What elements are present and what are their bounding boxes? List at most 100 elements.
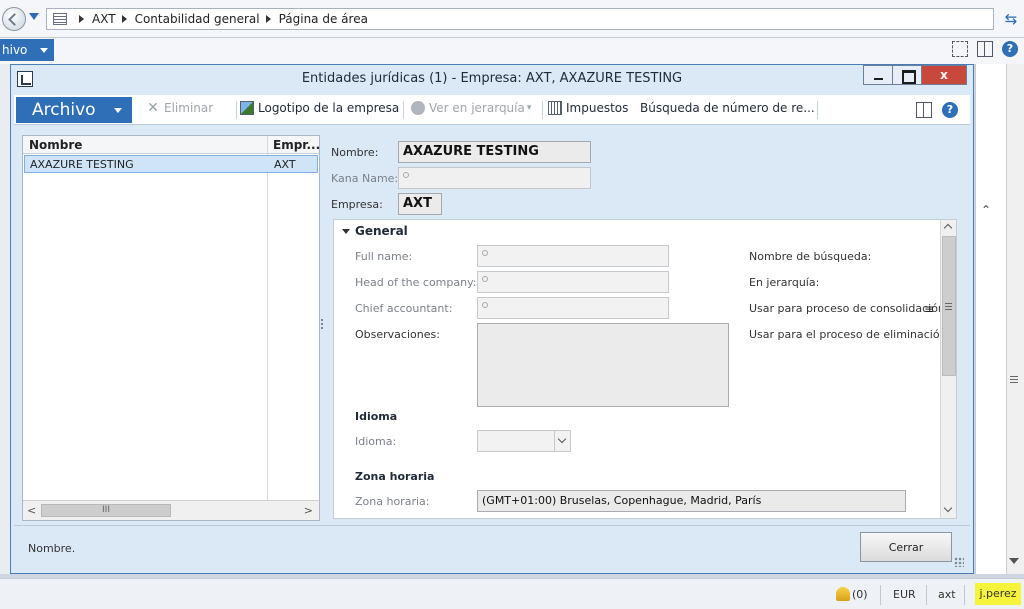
archivo-label: Archivo bbox=[32, 100, 96, 120]
detail-vertical-scrollbar[interactable] bbox=[940, 220, 956, 518]
status-bar: (0) EUR axt j.perez bbox=[0, 578, 1024, 609]
ribbon-divider bbox=[403, 101, 404, 119]
dialog-footer: Nombre. Cerrar bbox=[14, 525, 970, 571]
company-logo-label: Logotipo de la empresa bbox=[258, 101, 400, 115]
help-icon[interactable]: ? bbox=[1002, 41, 1018, 57]
legal-entities-dialog: Entidades jurídicas (1) - Empresa: AXT, … bbox=[10, 64, 974, 574]
scroll-right-icon[interactable]: > bbox=[304, 504, 313, 517]
address-bar: AXT Contabilidad general Página de área … bbox=[0, 0, 1024, 38]
search-name-label: Nombre de búsqueda: bbox=[749, 250, 872, 263]
chief-accountant-field[interactable] bbox=[477, 297, 669, 319]
nombre-field[interactable]: AXAZURE TESTING bbox=[398, 141, 591, 163]
delete-button[interactable]: ✕ Eliminar bbox=[146, 101, 213, 115]
chief-accountant-label: Chief accountant: bbox=[355, 302, 453, 315]
app-archivo-button[interactable]: hivo bbox=[0, 39, 54, 61]
collapse-triangle-icon[interactable] bbox=[342, 229, 350, 234]
app-toolbar-icons: ? bbox=[952, 41, 1018, 57]
scroll-thumb[interactable]: III bbox=[41, 504, 171, 517]
close-button[interactable]: Cerrar bbox=[860, 532, 952, 562]
observaciones-label: Observaciones: bbox=[355, 328, 440, 341]
hierarchy-icon bbox=[411, 101, 425, 115]
chevron-down-icon[interactable] bbox=[554, 431, 570, 451]
general-section-title[interactable]: General bbox=[355, 224, 408, 238]
breadcrumb-arrow-icon bbox=[121, 15, 127, 23]
view-hierarchy-button[interactable]: Ver en jerarquía ▾ bbox=[411, 101, 531, 115]
head-company-label: Head of the company: bbox=[355, 276, 477, 289]
empresa-field[interactable]: AXT bbox=[398, 193, 442, 215]
cell-empresa: AXT bbox=[274, 158, 296, 171]
company-logo-button[interactable]: Logotipo de la empresa bbox=[240, 101, 399, 115]
breadcrumb-arrow-icon bbox=[265, 15, 271, 23]
column-header-empresa[interactable]: Empr... bbox=[273, 138, 320, 152]
layout-icon[interactable] bbox=[916, 102, 932, 118]
idioma-label: Idioma: bbox=[355, 435, 397, 448]
grid-header: Nombre Empr... bbox=[23, 136, 320, 154]
user-indicator[interactable]: j.perez bbox=[975, 583, 1021, 605]
help-text: Nombre. bbox=[28, 542, 76, 555]
dialog-title: Entidades jurídicas (1) - Empresa: AXT, … bbox=[301, 71, 683, 86]
in-hierarchy-label: En jerarquía: bbox=[749, 276, 820, 289]
currency-indicator[interactable]: EUR bbox=[893, 588, 916, 601]
ribbon-divider bbox=[236, 101, 237, 119]
field-menu-icon[interactable]: ≡ bbox=[924, 302, 934, 316]
zona-select[interactable]: (GMT+01:00) Bruselas, Copenhague, Madrid… bbox=[477, 490, 906, 512]
status-divider bbox=[880, 585, 881, 605]
idioma-select[interactable] bbox=[477, 430, 571, 452]
resize-grip-icon[interactable] bbox=[954, 557, 964, 567]
maximize-button[interactable] bbox=[892, 65, 922, 85]
entities-grid: Nombre Empr... AXAZURE TESTING AXT < III… bbox=[22, 135, 320, 521]
dialog-titlebar[interactable]: Entidades jurídicas (1) - Empresa: AXT, … bbox=[11, 65, 973, 93]
ribbon-divider bbox=[542, 101, 543, 119]
scroll-left-icon[interactable]: < bbox=[27, 504, 36, 517]
kana-name-field[interactable] bbox=[398, 167, 591, 189]
minimize-button[interactable] bbox=[863, 65, 893, 85]
page-scrollbar[interactable] bbox=[1006, 64, 1024, 574]
back-icon[interactable] bbox=[2, 7, 26, 31]
layout-icon[interactable] bbox=[977, 41, 993, 57]
chevron-down-icon bbox=[114, 108, 122, 113]
table-row[interactable]: AXAZURE TESTING AXT bbox=[24, 155, 318, 173]
scroll-down-icon[interactable] bbox=[1009, 558, 1019, 564]
delete-label: Eliminar bbox=[164, 101, 214, 115]
full-name-field[interactable] bbox=[477, 245, 669, 267]
registration-search-label: Búsqueda de número de re... bbox=[640, 101, 815, 115]
close-window-button[interactable]: x bbox=[921, 65, 967, 85]
scroll-up-icon[interactable] bbox=[943, 223, 953, 233]
calculator-icon bbox=[548, 101, 562, 115]
breadcrumb-arrow-icon bbox=[79, 15, 84, 23]
bell-icon[interactable] bbox=[836, 587, 850, 601]
scroll-down-icon[interactable] bbox=[943, 503, 953, 513]
column-divider bbox=[267, 136, 268, 500]
status-divider bbox=[964, 585, 965, 605]
notifications-count[interactable]: (0) bbox=[852, 588, 868, 601]
breadcrumb-item-axt[interactable]: AXT bbox=[92, 12, 116, 26]
history-dropdown-icon[interactable] bbox=[29, 13, 39, 20]
help-icon[interactable]: ? bbox=[942, 102, 958, 118]
page-list-icon[interactable] bbox=[53, 13, 67, 25]
grid-horizontal-scrollbar[interactable]: < III > bbox=[23, 500, 319, 520]
kana-name-label: Kana Name: bbox=[331, 172, 399, 185]
registration-search-button[interactable]: Búsqueda de número de re... bbox=[640, 101, 815, 115]
head-company-field[interactable] bbox=[477, 271, 669, 293]
observaciones-textarea[interactable] bbox=[477, 323, 729, 407]
company-indicator[interactable]: axt bbox=[938, 588, 956, 601]
app-menubar bbox=[0, 38, 1024, 64]
status-divider bbox=[926, 585, 927, 605]
hierarchy-icon[interactable] bbox=[952, 41, 968, 57]
column-header-nombre[interactable]: Nombre bbox=[29, 138, 82, 152]
breadcrumb[interactable]: AXT Contabilidad general Página de área bbox=[46, 8, 994, 30]
ribbon-divider bbox=[817, 101, 818, 119]
archivo-button[interactable]: Archivo bbox=[16, 97, 132, 123]
collapse-up-icon[interactable]: ⌃ bbox=[981, 203, 991, 217]
breadcrumb-item-module[interactable]: Contabilidad general bbox=[135, 12, 260, 26]
refresh-icon[interactable]: ⇆ bbox=[1002, 10, 1020, 28]
taxes-button[interactable]: Impuestos bbox=[548, 101, 628, 115]
taxes-label: Impuestos bbox=[566, 101, 629, 115]
scroll-grip-icon[interactable] bbox=[1010, 376, 1018, 384]
pane-splitter-icon[interactable] bbox=[321, 319, 323, 331]
cell-nombre: AXAZURE TESTING bbox=[30, 158, 134, 171]
breadcrumb-item-page[interactable]: Página de área bbox=[279, 12, 368, 26]
delete-icon: ✕ bbox=[147, 100, 159, 116]
scroll-grip-icon bbox=[945, 303, 952, 310]
empresa-label: Empresa: bbox=[331, 198, 383, 211]
